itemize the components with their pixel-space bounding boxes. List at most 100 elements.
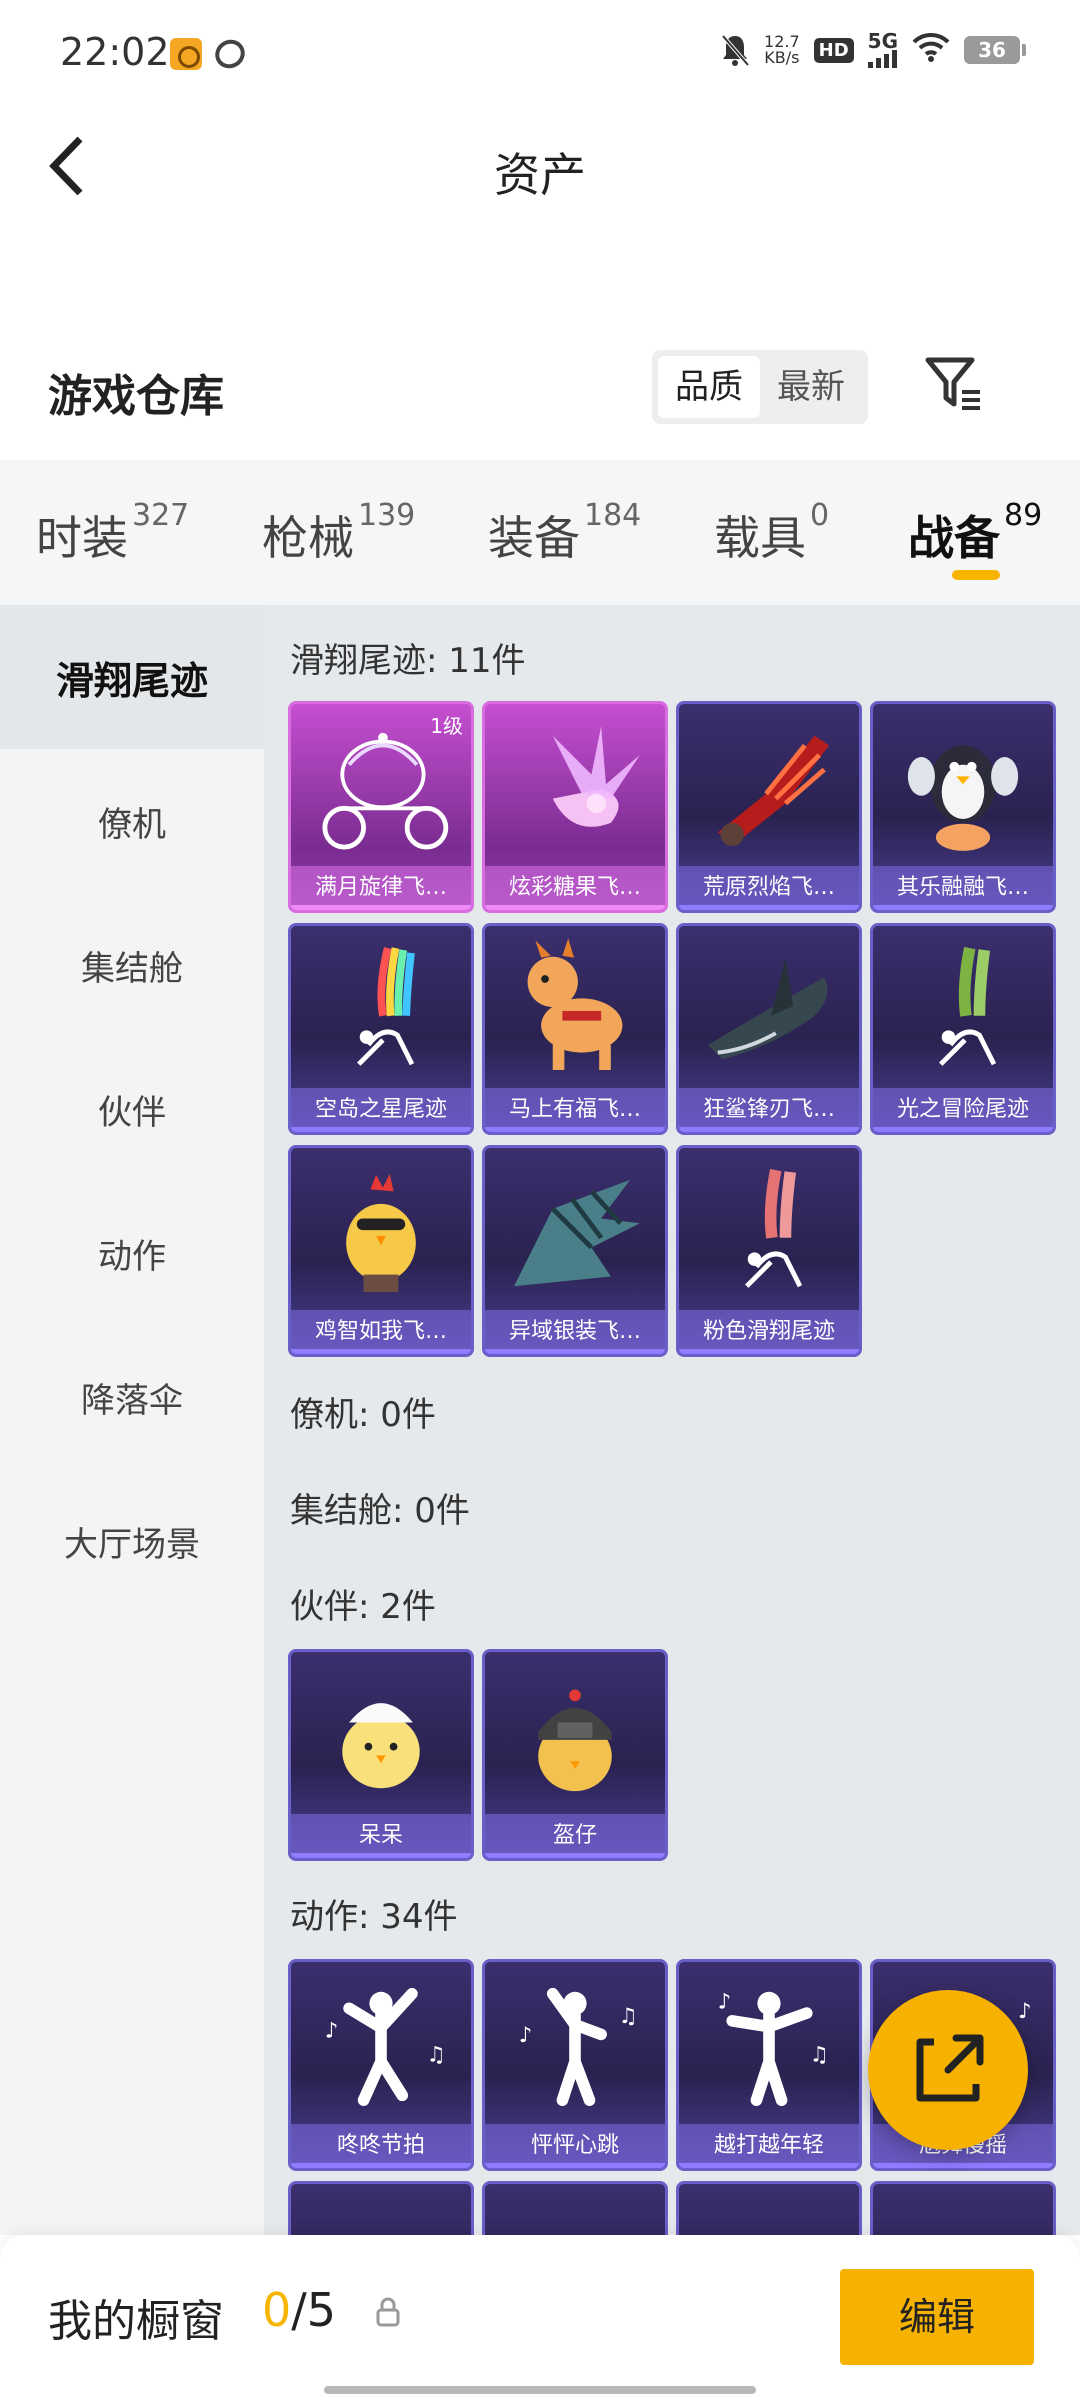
item-card[interactable]: 空岛之星尾迹 <box>288 923 474 1135</box>
tab-battle-gear[interactable]: 战备 89 <box>908 498 1042 568</box>
rarity-bar <box>873 1127 1053 1132</box>
active-tab-indicator <box>952 570 1000 580</box>
tab-guns[interactable]: 枪械 139 <box>262 498 415 568</box>
tab-label: 枪械 <box>262 511 354 565</box>
sort-quality-option[interactable]: 品质 <box>658 356 760 418</box>
section-title-wingman: 僚机: 0件 <box>290 1395 436 1435</box>
wing-blade-image <box>514 1179 640 1287</box>
sidebar-item-partner[interactable]: 伙伴 <box>0 1037 264 1181</box>
network-label: 5G <box>867 29 898 53</box>
filter-icon <box>925 357 980 410</box>
share-fab-button[interactable] <box>868 1990 1028 2150</box>
tab-label: 装备 <box>488 511 580 565</box>
item-name: 怦怦心跳 <box>485 2124 665 2168</box>
item-card[interactable]: 马上有福飞… <box>482 923 668 1135</box>
rarity-bar <box>291 1127 471 1132</box>
item-card[interactable]: ♪ ♫ 越打越年轻 <box>676 1959 862 2171</box>
rarity-bar <box>679 905 859 910</box>
green-trail-image <box>939 946 997 1066</box>
app-notification-icon <box>170 38 202 70</box>
sidebar-item-parachute[interactable]: 降落伞 <box>0 1325 264 1469</box>
rarity-bar <box>679 1349 859 1354</box>
showcase-count: 0/5 <box>262 2283 336 2337</box>
item-card[interactable] <box>676 2181 862 2235</box>
sidebar-item-wingman[interactable]: 僚机 <box>0 749 264 893</box>
item-card[interactable]: 1级 满月旋律飞… <box>288 701 474 913</box>
item-card[interactable]: 异域银装飞… <box>482 1145 668 1357</box>
item-card[interactable]: 光之冒险尾迹 <box>870 923 1056 1135</box>
category-tabs: 时装 327 枪械 139 装备 184 载具 0 战备 89 <box>0 460 1080 605</box>
item-card[interactable]: 粉色滑翔尾迹 <box>676 1145 862 1357</box>
rarity-bar <box>873 2163 1053 2168</box>
sort-newest-option[interactable]: 最新 <box>760 356 862 418</box>
item-card[interactable] <box>482 2181 668 2235</box>
sidebar-item-emote[interactable]: 动作 <box>0 1181 264 1325</box>
item-card[interactable]: 呆呆 <box>288 1649 474 1861</box>
item-name: 狂鲨锋刃飞… <box>679 1088 859 1132</box>
tab-fashion[interactable]: 时装 327 <box>36 498 189 568</box>
page-title: 资产 <box>494 148 586 202</box>
penguin-image <box>907 745 1019 851</box>
status-bar: 22:02 12.7 KB/s HD 5G 36 <box>0 0 1080 105</box>
sidebar-item-lobby-scene[interactable]: 大厅场景 <box>0 1469 264 1613</box>
item-card[interactable]: 荒原烈焰飞… <box>676 701 862 913</box>
tab-count: 89 <box>1004 498 1043 533</box>
svg-text:♪: ♪ <box>519 2023 533 2048</box>
top-app-bar: 资产 <box>0 105 1080 230</box>
rarity-bar <box>485 1127 665 1132</box>
rainbow-trail-image <box>357 947 415 1066</box>
home-indicator[interactable] <box>324 2386 756 2394</box>
tab-label: 战备 <box>908 511 1000 565</box>
showcase-label: 我的橱窗 <box>48 2296 224 2347</box>
tab-count: 327 <box>132 498 190 533</box>
app-notification-icon-2 <box>210 34 250 74</box>
item-card[interactable] <box>870 2181 1056 2235</box>
item-name: 异域银装飞… <box>485 1310 665 1354</box>
pink-trail-image <box>745 1168 803 1288</box>
item-name: 炫彩糖果飞… <box>485 866 665 910</box>
wifi-icon <box>912 32 950 68</box>
tab-equipment[interactable]: 装备 184 <box>488 498 641 568</box>
item-card[interactable]: 盔仔 <box>482 1649 668 1861</box>
tab-count: 0 <box>810 498 830 533</box>
filter-button[interactable] <box>922 352 986 416</box>
dancer-image: ♪ ♫ <box>718 1989 829 2106</box>
sidebar-item-glide-trail[interactable]: 滑翔尾迹 <box>0 605 264 749</box>
rarity-bar <box>291 1349 471 1354</box>
chicken-image <box>346 1173 416 1292</box>
section-title-glide: 滑翔尾迹: 11件 <box>290 641 526 681</box>
item-name: 马上有福飞… <box>485 1088 665 1132</box>
rarity-bar <box>485 2163 665 2168</box>
item-name: 鸡智如我飞… <box>291 1310 471 1354</box>
item-name: 空岛之星尾迹 <box>291 1088 471 1132</box>
status-icons: 12.7 KB/s HD 5G 36 <box>720 29 1026 68</box>
svg-text:♪: ♪ <box>325 2018 339 2043</box>
svg-text:♫: ♫ <box>426 2042 445 2067</box>
sidebar-item-pod[interactable]: 集结舱 <box>0 893 264 1037</box>
item-card[interactable]: 炫彩糖果飞… <box>482 701 668 913</box>
edit-button[interactable]: 编辑 <box>840 2269 1034 2365</box>
item-card[interactable]: 其乐融融飞… <box>870 701 1056 913</box>
item-card[interactable]: 狂鲨锋刃飞… <box>676 923 862 1135</box>
lock-icon <box>376 2297 400 2327</box>
tab-vehicles[interactable]: 载具 0 <box>714 498 829 568</box>
item-card[interactable]: ♪ ♫ 咚咚节拍 <box>288 1959 474 2171</box>
item-name: 满月旋律飞… <box>291 866 471 910</box>
clock: 22:02 <box>60 30 170 74</box>
item-name: 粉色滑翔尾迹 <box>679 1310 859 1354</box>
item-card[interactable] <box>288 2181 474 2235</box>
showcase-bar: 我的橱窗 0/5 编辑 <box>0 2235 1080 2400</box>
warehouse-title: 游戏仓库 <box>48 371 224 422</box>
item-card[interactable]: 鸡智如我飞… <box>288 1145 474 1357</box>
flame-wing-image <box>717 735 829 847</box>
item-card[interactable]: ♪ ♫ 怦怦心跳 <box>482 1959 668 2171</box>
section-title-emote: 动作: 34件 <box>290 1897 458 1937</box>
rarity-bar <box>485 905 665 910</box>
tab-label: 载具 <box>714 511 806 565</box>
shark-image <box>708 957 828 1060</box>
rarity-bar <box>291 2163 471 2168</box>
svg-text:♫: ♫ <box>619 2004 638 2029</box>
item-level: 1级 <box>430 714 463 738</box>
speed-unit: KB/s <box>764 48 800 67</box>
item-name: 咚咚节拍 <box>291 2124 471 2168</box>
